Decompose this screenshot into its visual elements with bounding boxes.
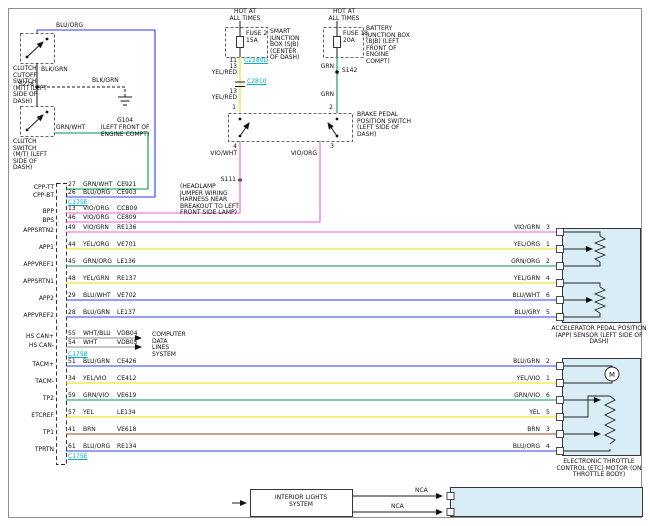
pin-square: [557, 229, 564, 236]
wire-layer: M: [0, 0, 650, 526]
pin-square: [557, 280, 564, 287]
fuse2-box: [324, 28, 364, 58]
brake-pedal-switch-box: [229, 114, 353, 142]
etc-motor-box: [563, 359, 641, 456]
clutch-cutoff-switch-box: [21, 34, 55, 64]
switch-terminal: [46, 38, 49, 41]
wiring-diagram-page: M BLU/ORG BLK/GRN S228 BLK/GRN G104 (LEF…: [0, 0, 650, 526]
pin-square: [557, 363, 564, 370]
pin-square: [557, 246, 564, 253]
wire-CCB09: [66, 141, 240, 213]
switch-terminal: [239, 118, 242, 121]
fuse1-box: [226, 28, 268, 58]
pin-square: [557, 380, 564, 387]
pcm-row-wires: [37, 30, 564, 455]
pin-square: [447, 493, 454, 500]
switch-blade-icon: [27, 42, 43, 57]
pin-square: [557, 431, 564, 438]
interior-lights-box: [251, 490, 353, 517]
connector-link-c2810[interactable]: C2810: [247, 79, 266, 86]
connector-link-c175e-bottom[interactable]: C175E: [68, 454, 87, 461]
fuse-symbol-icon: [334, 37, 341, 48]
pin-square: [557, 414, 564, 421]
switch-blade-icon: [27, 115, 43, 130]
switch-blade-icon: [240, 123, 249, 136]
wire-CE921: [54, 133, 148, 189]
splice-s142: [335, 70, 339, 74]
clutch-switch-box: [21, 107, 55, 137]
motor-letter: M: [609, 371, 615, 379]
bottom-right-component-box: [451, 488, 643, 517]
switch-terminal: [336, 118, 339, 121]
switch-terminal: [46, 111, 49, 114]
switch-blade-icon: [328, 123, 337, 136]
connector-link-c175b[interactable]: C175B: [68, 352, 88, 359]
pin-square: [557, 297, 564, 304]
connector-link-c175e-top[interactable]: C175E: [68, 200, 87, 207]
wire-blk-grn-ground-branch: [37, 87, 125, 97]
pin-square: [557, 397, 564, 404]
connector-link-c2280d[interactable]: C2280D: [244, 58, 268, 65]
pin-square: [557, 314, 564, 321]
pin-square: [447, 509, 454, 516]
pin-square: [557, 263, 564, 270]
page-border: [9, 9, 642, 518]
pcm-connector-bar: [57, 184, 67, 465]
wire-CE809: [66, 141, 320, 222]
fuse-symbol-icon: [237, 37, 244, 48]
pin-square: [557, 448, 564, 455]
app-sensor-box: [563, 229, 641, 323]
